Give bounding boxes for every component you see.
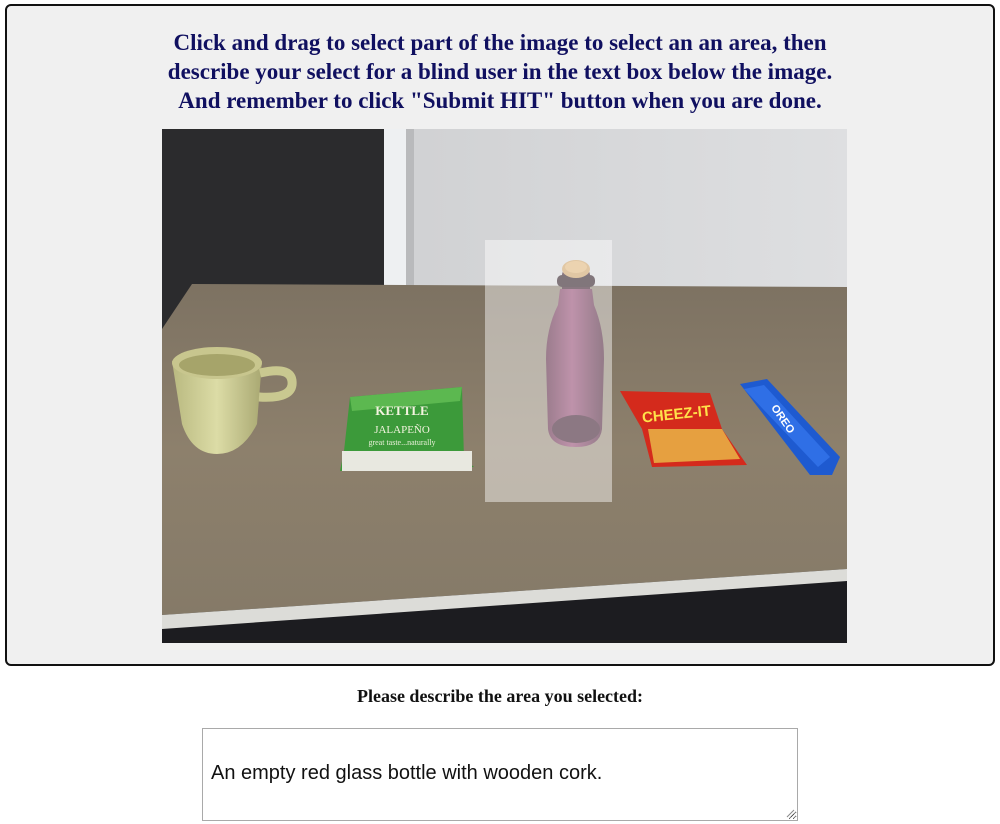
task-panel: Click and drag to select part of the ima…	[5, 4, 995, 666]
description-text: An empty red glass bottle with wooden co…	[211, 762, 603, 784]
instructions: Click and drag to select part of the ima…	[7, 28, 993, 115]
packet-flavor: JALAPEÑO	[374, 424, 430, 436]
instruction-line-1: Click and drag to select part of the ima…	[173, 30, 827, 55]
door-frame	[384, 129, 406, 304]
resize-grip-icon[interactable]	[785, 808, 795, 818]
instruction-line-2: describe your select for a blind user in…	[167, 59, 833, 84]
selection-box[interactable]	[485, 240, 612, 502]
description-textarea[interactable]: An empty red glass bottle with wooden co…	[202, 728, 798, 821]
annotation-image-canvas[interactable]: KETTLE JALAPEÑO great taste...naturally …	[162, 129, 847, 643]
description-prompt-label: Please describe the area you selected:	[356, 686, 644, 706]
packet-tagline: great taste...naturally	[368, 438, 435, 447]
instruction-line-3: And remember to click "Submit HIT" butto…	[178, 88, 822, 113]
chip-packet: KETTLE JALAPEÑO great taste...naturally	[340, 387, 474, 471]
door-edge	[406, 129, 414, 289]
packet-brand: KETTLE	[375, 403, 428, 418]
